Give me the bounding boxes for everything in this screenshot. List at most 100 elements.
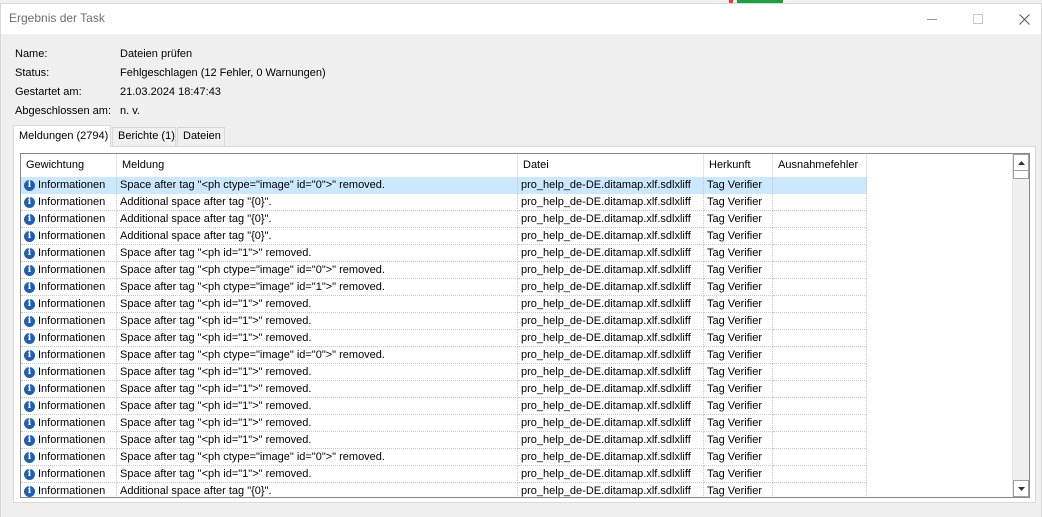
table-row[interactable]: i Informationen Space after tag "<ph id="1…: [21, 364, 867, 381]
file-cell: pro_help_de-DE.ditamap.xlf.sdlxliff: [518, 347, 704, 364]
info-icon: i: [24, 230, 35, 242]
messages-table[interactable]: Gewichtung Meldung Datei Herkunft Ausnah…: [20, 153, 1030, 498]
file-cell: pro_help_de-DE.ditamap.xlf.sdlxliff: [518, 398, 704, 415]
file-cell: pro_help_de-DE.ditamap.xlf.sdlxliff: [518, 279, 704, 296]
exception-cell: [773, 194, 867, 211]
info-icon: i: [24, 451, 35, 463]
severity-label: Informationen: [38, 297, 106, 310]
exception-cell: [773, 245, 867, 262]
file-cell: pro_help_de-DE.ditamap.xlf.sdlxliff: [518, 466, 704, 483]
tab-messages[interactable]: Meldungen (2794): [13, 125, 111, 147]
message-cell: Space after tag "<ph ctype="image" id="0…: [117, 177, 518, 194]
severity-label: Informationen: [38, 212, 106, 225]
info-icon: i: [24, 298, 35, 310]
column-header-severity[interactable]: Gewichtung: [21, 154, 117, 177]
property-label: Name:: [15, 48, 48, 60]
table-row[interactable]: i Informationen Space after tag "<ph id="1…: [21, 398, 867, 415]
severity-label: Informationen: [38, 348, 106, 361]
table-row[interactable]: i Informationen Additional space after tag…: [21, 228, 867, 245]
table-row[interactable]: i Informationen Space after tag "<ph id="1…: [21, 330, 867, 347]
scroll-thumb[interactable]: [1013, 170, 1029, 179]
tab-reports[interactable]: Berichte (1): [112, 127, 176, 146]
info-icon: i: [24, 213, 35, 225]
severity-label: Informationen: [38, 382, 106, 395]
origin-cell: Tag Verifier: [704, 262, 773, 279]
message-cell: Space after tag "<ph id="1">" removed.: [117, 330, 518, 347]
origin-cell: Tag Verifier: [704, 296, 773, 313]
maximize-button[interactable]: [955, 4, 1001, 34]
severity-label: Informationen: [38, 433, 106, 446]
file-cell: pro_help_de-DE.ditamap.xlf.sdlxliff: [518, 415, 704, 432]
severity-cell: i Informationen: [21, 211, 117, 228]
minimize-button[interactable]: [909, 4, 955, 34]
column-header-origin[interactable]: Herkunft: [704, 154, 773, 177]
exception-cell: [773, 211, 867, 228]
file-cell: pro_help_de-DE.ditamap.xlf.sdlxliff: [518, 381, 704, 398]
info-icon: i: [24, 349, 35, 361]
exception-cell: [773, 398, 867, 415]
scroll-up-button[interactable]: [1013, 154, 1029, 171]
exception-cell: [773, 347, 867, 364]
severity-label: Informationen: [38, 416, 106, 429]
exception-cell: [773, 313, 867, 330]
origin-cell: Tag Verifier: [704, 313, 773, 330]
table-row[interactable]: i Informationen Additional space after tag…: [21, 483, 867, 497]
table-row[interactable]: i Informationen Space after tag "<ph ctype…: [21, 177, 867, 194]
table-row[interactable]: i Informationen Space after tag "<ph ctype…: [21, 449, 867, 466]
severity-cell: i Informationen: [21, 398, 117, 415]
table-row[interactable]: i Informationen Additional space after tag…: [21, 211, 867, 228]
origin-cell: Tag Verifier: [704, 449, 773, 466]
tab-files[interactable]: Dateien: [177, 127, 225, 146]
message-cell: Space after tag "<ph ctype="image" id="1…: [117, 279, 518, 296]
table-row[interactable]: i Informationen Space after tag "<ph ctype…: [21, 262, 867, 279]
table-row[interactable]: i Informationen Space after tag "<ph id="1…: [21, 296, 867, 313]
severity-label: Informationen: [38, 178, 106, 191]
table-row[interactable]: i Informationen Space after tag "<ph id="1…: [21, 415, 867, 432]
file-cell: pro_help_de-DE.ditamap.xlf.sdlxliff: [518, 313, 704, 330]
column-header-message[interactable]: Meldung: [117, 154, 518, 177]
table-row[interactable]: i Informationen Space after tag "<ph id="1…: [21, 466, 867, 483]
severity-cell: i Informationen: [21, 381, 117, 398]
message-cell: Space after tag "<ph id="1">" removed.: [117, 415, 518, 432]
info-icon: i: [24, 400, 35, 412]
severity-cell: i Informationen: [21, 449, 117, 466]
message-cell: Additional space after tag "{0}".: [117, 228, 518, 245]
origin-cell: Tag Verifier: [704, 483, 773, 497]
severity-cell: i Informationen: [21, 364, 117, 381]
severity-label: Informationen: [38, 467, 106, 480]
table-header: Gewichtung Meldung Datei Herkunft Ausnah…: [21, 154, 1011, 177]
table-row[interactable]: i Informationen Space after tag "<ph id="1…: [21, 245, 867, 262]
severity-label: Informationen: [38, 331, 106, 344]
column-header-exception[interactable]: Ausnahmefehler: [773, 154, 867, 177]
table-row[interactable]: i Informationen Space after tag "<ph ctype…: [21, 347, 867, 364]
column-header-file[interactable]: Datei: [518, 154, 704, 177]
exception-cell: [773, 432, 867, 449]
info-icon: i: [24, 247, 35, 259]
minimize-icon: [927, 19, 937, 20]
origin-cell: Tag Verifier: [704, 330, 773, 347]
exception-cell: [773, 381, 867, 398]
green-progress-indicator: [737, 0, 783, 3]
table-row[interactable]: i Informationen Space after tag "<ph ctype…: [21, 279, 867, 296]
scroll-down-button[interactable]: [1013, 480, 1029, 497]
severity-cell: i Informationen: [21, 194, 117, 211]
origin-cell: Tag Verifier: [704, 466, 773, 483]
file-cell: pro_help_de-DE.ditamap.xlf.sdlxliff: [518, 483, 704, 497]
severity-cell: i Informationen: [21, 313, 117, 330]
arrow-down-icon: [1017, 486, 1025, 491]
origin-cell: Tag Verifier: [704, 279, 773, 296]
file-cell: pro_help_de-DE.ditamap.xlf.sdlxliff: [518, 194, 704, 211]
exception-cell: [773, 449, 867, 466]
info-icon: i: [24, 417, 35, 429]
maximize-icon: [973, 14, 983, 24]
table-row[interactable]: i Informationen Additional space after tag…: [21, 194, 867, 211]
close-button[interactable]: [1001, 4, 1042, 34]
table-row[interactable]: i Informationen Space after tag "<ph id="1…: [21, 381, 867, 398]
table-row[interactable]: i Informationen Space after tag "<ph id="1…: [21, 432, 867, 449]
message-cell: Additional space after tag "{0}".: [117, 211, 518, 228]
table-row[interactable]: i Informationen Space after tag "<ph id="1…: [21, 313, 867, 330]
severity-label: Informationen: [38, 280, 106, 293]
severity-cell: i Informationen: [21, 279, 117, 296]
vertical-scrollbar[interactable]: [1012, 154, 1029, 497]
property-value: 21.03.2024 18:47:43: [120, 86, 221, 98]
